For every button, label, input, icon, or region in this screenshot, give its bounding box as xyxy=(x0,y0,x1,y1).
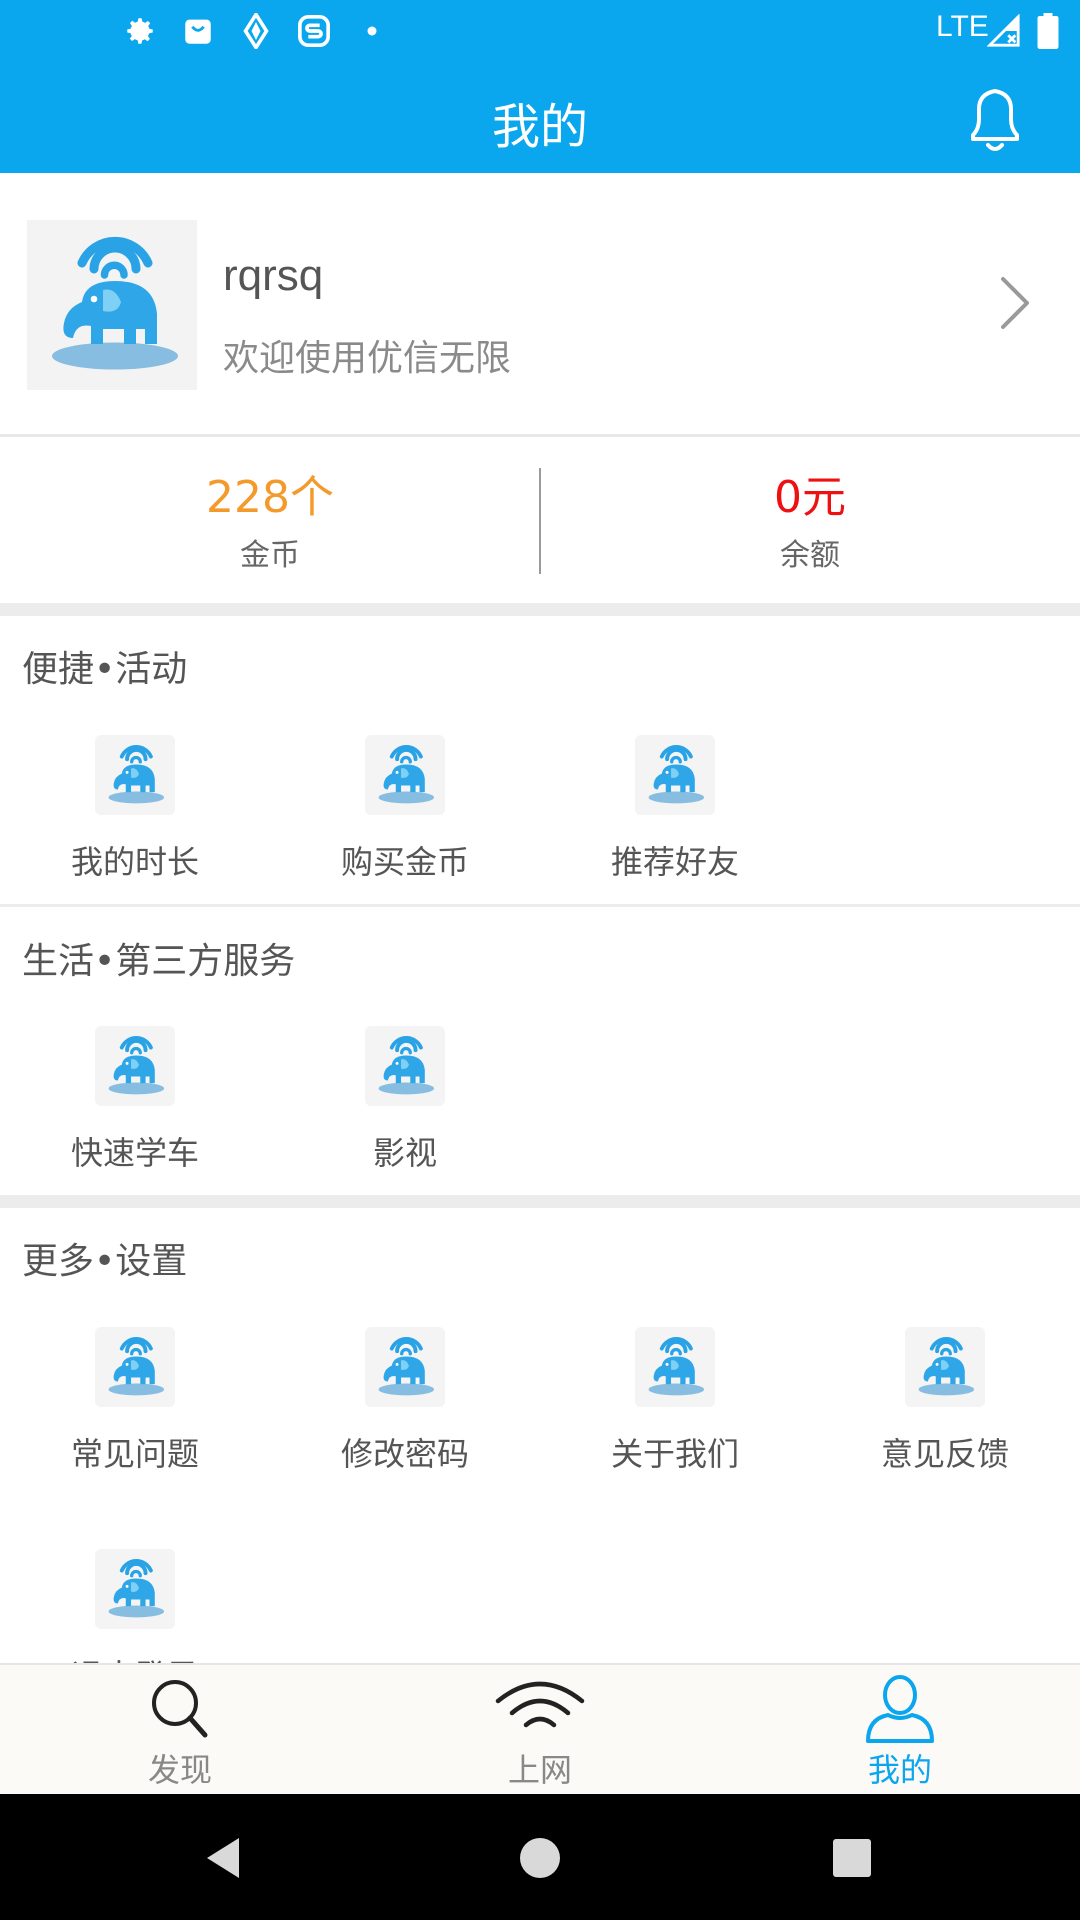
grid-item-faq[interactable]: 常见问题 xyxy=(0,1327,270,1475)
section-separator xyxy=(0,1195,1080,1208)
grid-item-recommend-friends[interactable]: 推荐好友 xyxy=(540,735,810,883)
user-icon xyxy=(850,1673,950,1745)
coins-label: 金币 xyxy=(240,538,300,573)
recents-icon[interactable] xyxy=(822,1828,882,1888)
elephant-icon xyxy=(635,1327,715,1407)
bottom-nav: 发现 上网 我的 xyxy=(0,1663,1080,1794)
nav-label: 我的 xyxy=(867,1751,932,1789)
search-icon xyxy=(130,1673,230,1745)
coins-stat[interactable]: 228个 金币 xyxy=(0,470,540,574)
grid-item-change-password[interactable]: 修改密码 xyxy=(270,1327,540,1475)
grid-label: 推荐好友 xyxy=(610,843,739,881)
system-nav-bar xyxy=(0,1794,1080,1920)
grid-label: 常见问题 xyxy=(70,1435,199,1473)
screen: LTE 我的 rqrsq 欢迎使用优信无限 228个 金币 0元 余额 便捷•活… xyxy=(0,0,1080,1920)
balance-label: 余额 xyxy=(780,538,840,573)
status-bar: LTE xyxy=(0,0,1080,63)
network-type: LTE xyxy=(936,10,989,43)
grid-item-feedback[interactable]: 意见反馈 xyxy=(810,1327,1080,1475)
elephant-icon xyxy=(95,735,175,815)
username: rqrsq xyxy=(223,251,324,300)
avatar xyxy=(27,220,197,390)
balance-value: 0元 xyxy=(774,472,846,523)
grid-label: 关于我们 xyxy=(610,1435,739,1473)
elephant-icon xyxy=(365,735,445,815)
signal-icon xyxy=(986,12,1022,50)
page-title: 我的 xyxy=(491,99,588,155)
back-icon[interactable] xyxy=(195,1828,255,1888)
grid-item-my-duration[interactable]: 我的时长 xyxy=(0,735,270,883)
nav-label: 发现 xyxy=(147,1751,212,1789)
elephant-icon xyxy=(95,1327,175,1407)
elephant-icon xyxy=(95,1549,175,1629)
s-app-icon xyxy=(294,12,334,50)
divider xyxy=(0,904,1080,907)
grid-label: 意见反馈 xyxy=(880,1435,1009,1473)
elephant-icon xyxy=(365,1327,445,1407)
section-separator xyxy=(0,603,1080,616)
home-icon[interactable] xyxy=(510,1828,570,1888)
grid-label: 购买金币 xyxy=(340,843,469,881)
profile-card[interactable]: rqrsq 欢迎使用优信无限 xyxy=(0,173,1080,437)
grid-item-about-us[interactable]: 关于我们 xyxy=(540,1327,810,1475)
app-header: 我的 xyxy=(0,63,1080,173)
grid-item-buy-coins[interactable]: 购买金币 xyxy=(270,735,540,883)
grid-item-movies[interactable]: 影视 xyxy=(270,1026,540,1174)
shopping-bag-icon xyxy=(178,12,218,50)
welcome-text: 欢迎使用优信无限 xyxy=(223,338,512,379)
grid-label: 快速学车 xyxy=(70,1134,199,1172)
wifi-icon xyxy=(490,1673,590,1745)
compass-icon xyxy=(236,12,276,50)
coins-value: 228个 xyxy=(206,472,334,523)
nav-item-internet[interactable]: 上网 xyxy=(360,1665,720,1796)
gear-icon xyxy=(120,12,160,50)
grid-item-driving-school[interactable]: 快速学车 xyxy=(0,1026,270,1174)
nav-item-discover[interactable]: 发现 xyxy=(0,1665,360,1796)
chevron-right-icon[interactable] xyxy=(995,273,1035,333)
section-title-settings: 更多•设置 xyxy=(22,1241,188,1282)
nav-label: 上网 xyxy=(507,1751,572,1789)
elephant-icon xyxy=(95,1026,175,1106)
bell-icon[interactable] xyxy=(960,83,1030,157)
grid-label: 影视 xyxy=(372,1134,437,1172)
grid-label: 修改密码 xyxy=(340,1435,469,1473)
section-title-services: 生活•第三方服务 xyxy=(22,941,296,982)
elephant-icon xyxy=(365,1026,445,1106)
section-title-activities: 便捷•活动 xyxy=(22,649,188,690)
nav-item-mine[interactable]: 我的 xyxy=(720,1665,1080,1796)
dot-icon xyxy=(364,12,380,50)
grid-label: 我的时长 xyxy=(70,843,199,881)
stats-bar: 228个 金币 0元 余额 xyxy=(0,440,1080,603)
battery-icon xyxy=(1034,12,1062,50)
balance-stat[interactable]: 0元 余额 xyxy=(540,470,1080,574)
elephant-icon xyxy=(905,1327,985,1407)
elephant-icon xyxy=(635,735,715,815)
